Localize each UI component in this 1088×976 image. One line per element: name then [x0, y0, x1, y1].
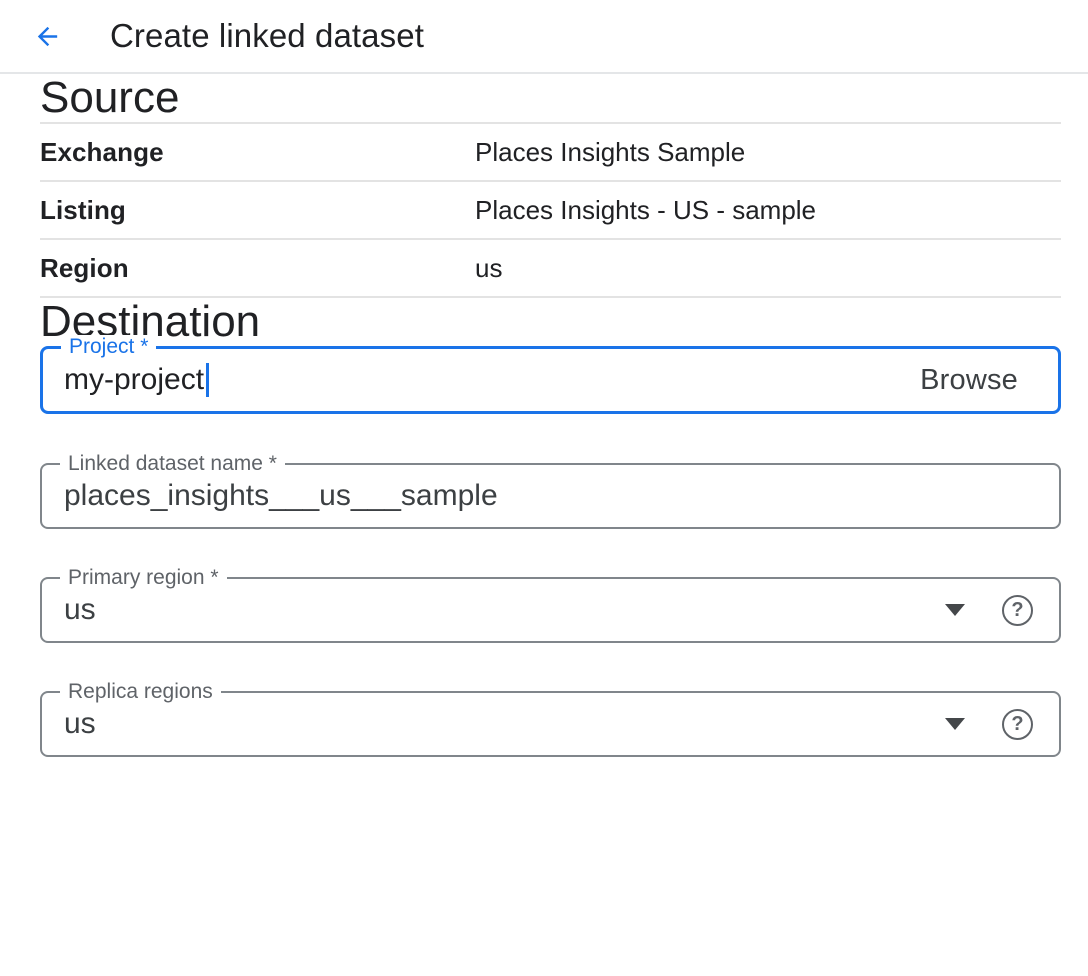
chevron-down-icon[interactable] [945, 604, 965, 616]
chevron-down-icon[interactable] [945, 718, 965, 730]
replica-regions-label: Replica regions [60, 680, 221, 704]
primary-region-select[interactable]: Primary region * us ? [40, 577, 1061, 643]
arrow-back-icon [33, 22, 62, 51]
primary-region-value[interactable]: us [64, 593, 945, 627]
row-value: Places Insights - US - sample [475, 195, 816, 226]
row-value: Places Insights Sample [475, 137, 745, 168]
source-table: Exchange Places Insights Sample Listing … [40, 122, 1061, 298]
linked-dataset-name-label: Linked dataset name * [60, 452, 285, 476]
header: Create linked dataset [0, 0, 1088, 74]
content: Source Exchange Places Insights Sample L… [0, 74, 1088, 757]
help-icon[interactable]: ? [1002, 595, 1033, 626]
page-title: Create linked dataset [110, 17, 424, 55]
row-label: Listing [40, 195, 475, 226]
row-value: us [475, 253, 502, 284]
linked-dataset-name-value[interactable]: places_insights___us___sample [64, 479, 498, 513]
project-input-value[interactable]: my-project [64, 363, 204, 397]
row-label: Exchange [40, 137, 475, 168]
linked-dataset-name-field[interactable]: Linked dataset name * places_insights___… [40, 463, 1061, 529]
replica-regions-value[interactable]: us [64, 707, 945, 741]
replica-regions-select[interactable]: Replica regions us ? [40, 691, 1061, 757]
table-row-region: Region us [40, 240, 1061, 298]
browse-button[interactable]: Browse [920, 364, 1018, 397]
source-heading: Source [40, 74, 1061, 122]
row-label: Region [40, 253, 475, 284]
primary-region-label: Primary region * [60, 566, 227, 590]
back-button[interactable] [23, 12, 71, 60]
table-row-listing: Listing Places Insights - US - sample [40, 182, 1061, 240]
text-cursor [206, 363, 209, 397]
destination-heading: Destination [40, 298, 1061, 346]
project-field[interactable]: Project * my-project Browse [40, 346, 1061, 414]
help-icon[interactable]: ? [1002, 709, 1033, 740]
project-field-label: Project * [61, 335, 156, 359]
table-row-exchange: Exchange Places Insights Sample [40, 124, 1061, 182]
